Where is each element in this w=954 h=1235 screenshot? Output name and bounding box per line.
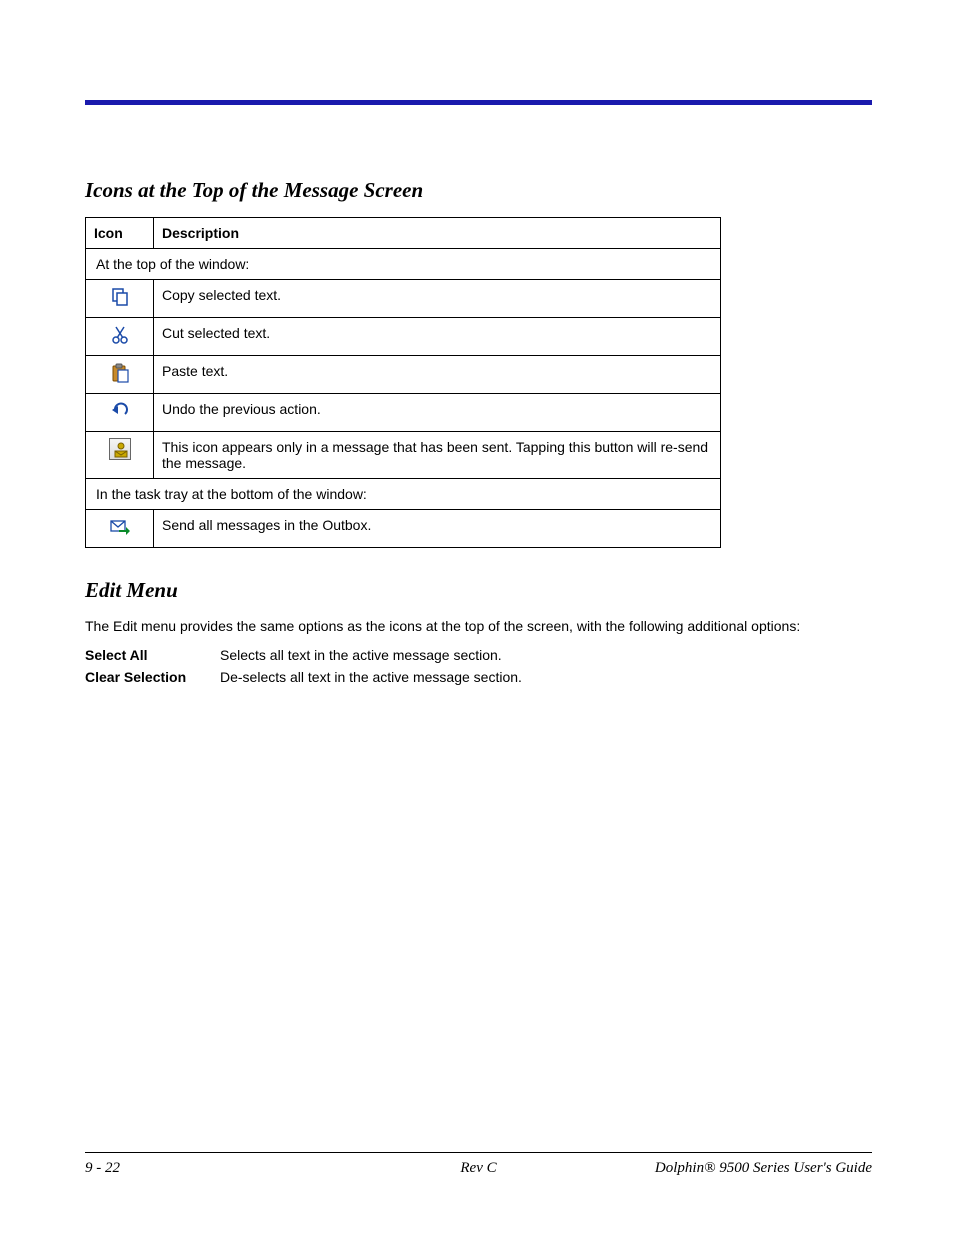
header-rule: [85, 100, 872, 105]
def-desc: De-selects all text in the active messag…: [220, 669, 872, 685]
icon-table: Icon Description At the top of the windo…: [85, 217, 721, 548]
send-all-icon: [109, 516, 131, 538]
desc-cell: Undo the previous action.: [154, 394, 721, 432]
desc-cell: Cut selected text.: [154, 318, 721, 356]
undo-icon: [109, 400, 131, 422]
copy-icon: [109, 286, 131, 308]
desc-cell: Copy selected text.: [154, 280, 721, 318]
icon-cell: [86, 280, 154, 318]
span-top-window: At the top of the window:: [86, 249, 721, 280]
icon-cell: [86, 356, 154, 394]
span-task-tray: In the task tray at the bottom of the wi…: [86, 479, 721, 510]
icon-cell: [86, 318, 154, 356]
table-header-row: Icon Description: [86, 218, 721, 249]
col-icon-header: Icon: [86, 218, 154, 249]
table-span-row: At the top of the window:: [86, 249, 721, 280]
desc-cell: This icon appears only in a message that…: [154, 432, 721, 479]
page-content: Icons at the Top of the Message Screen I…: [85, 178, 872, 691]
table-span-row: In the task tray at the bottom of the wi…: [86, 479, 721, 510]
def-desc: Selects all text in the active message s…: [220, 647, 872, 663]
table-row: This icon appears only in a message that…: [86, 432, 721, 479]
icon-cell: [86, 432, 154, 479]
paste-icon: [109, 362, 131, 384]
desc-cell: Paste text.: [154, 356, 721, 394]
desc-cell: Send all messages in the Outbox.: [154, 510, 721, 548]
definition-row: Select All Selects all text in the activ…: [85, 647, 872, 663]
icon-cell: [86, 510, 154, 548]
section-heading-edit-menu: Edit Menu: [85, 578, 872, 603]
table-row: Send all messages in the Outbox.: [86, 510, 721, 548]
icon-cell: [86, 394, 154, 432]
section-heading-icons: Icons at the Top of the Message Screen: [85, 178, 872, 203]
footer-rule: [85, 1152, 872, 1153]
table-row: Paste text.: [86, 356, 721, 394]
cut-icon: [109, 324, 131, 346]
table-row: Cut selected text.: [86, 318, 721, 356]
def-term: Clear Selection: [85, 669, 220, 685]
definition-row: Clear Selection De-selects all text in t…: [85, 669, 872, 685]
footer-page-number: 9 - 22: [85, 1160, 120, 1177]
table-row: Copy selected text.: [86, 280, 721, 318]
table-row: Undo the previous action.: [86, 394, 721, 432]
def-term: Select All: [85, 647, 220, 663]
col-desc-header: Description: [154, 218, 721, 249]
page-footer: 9 - 22 Rev C Dolphin® 9500 Series User's…: [85, 1160, 872, 1177]
resend-icon: [109, 438, 131, 460]
footer-guide-title: Dolphin® 9500 Series User's Guide: [655, 1160, 872, 1177]
edit-menu-intro: The Edit menu provides the same options …: [85, 617, 872, 637]
